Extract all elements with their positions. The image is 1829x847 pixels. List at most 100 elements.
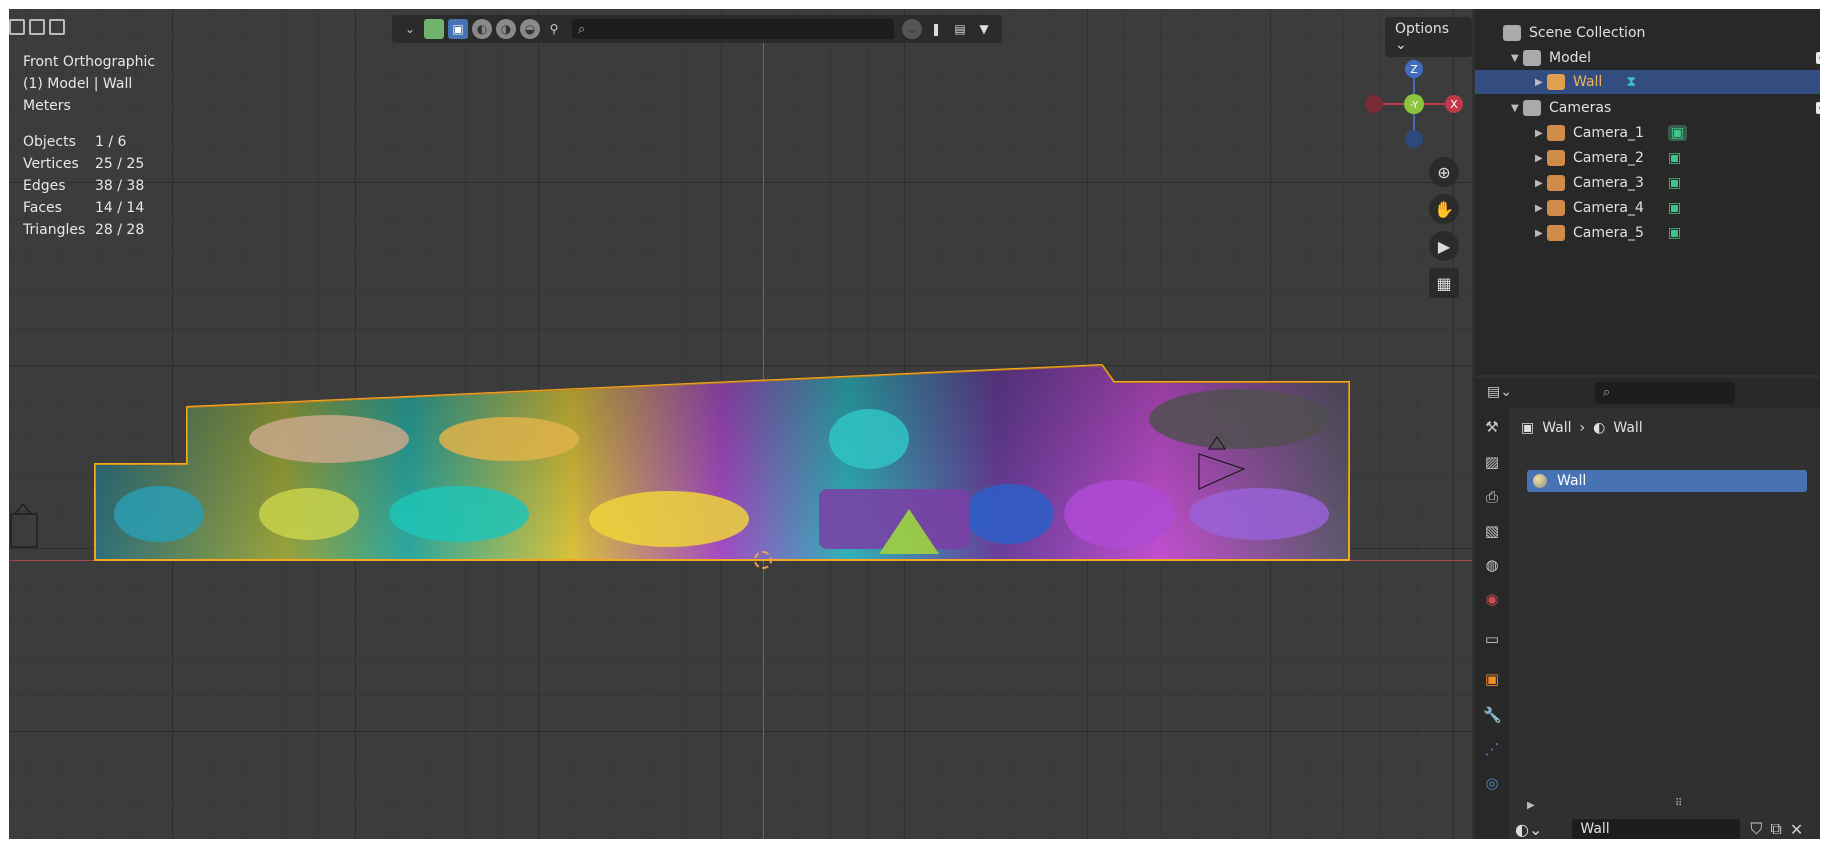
navigation-gizmo[interactable]: Z X -Y <box>1359 59 1469 169</box>
chevron-down-icon[interactable]: ▼ <box>1511 53 1523 64</box>
wall-object[interactable] <box>9 9 1472 839</box>
stat-label: Objects <box>23 134 76 150</box>
chevron-right-icon[interactable]: ▶ <box>1535 228 1547 239</box>
chevron-right-icon[interactable]: ▶ <box>1535 77 1547 88</box>
resize-handle-icon[interactable]: ⠿ <box>1675 798 1682 809</box>
camera-data-icon[interactable]: ▣ <box>1668 150 1681 166</box>
checkbox-icon[interactable]: ✓ <box>1816 52 1820 64</box>
stat-row: Vertices 25 / 25 <box>23 153 155 175</box>
stat-value: 28 / 28 <box>95 222 145 238</box>
breadcrumb-material: Wall <box>1613 420 1643 436</box>
camera-object-icon <box>1547 225 1565 241</box>
object-icon[interactable]: ▣ <box>1483 670 1501 688</box>
duplicate-icon[interactable]: ⧉ <box>1770 819 1781 839</box>
gizmo-neg-x-axis[interactable] <box>1365 95 1383 113</box>
outliner-row-camera[interactable]: ▶ Camera_1 ▣ ◉ <box>1475 121 1820 145</box>
options-button[interactable]: Options ⌄ <box>1385 17 1472 57</box>
viewport-info-overlay: Front Orthographic (1) Model | Wall Mete… <box>23 51 155 241</box>
tool-icon[interactable]: ⚒ <box>1483 418 1501 436</box>
shading-solid-icon[interactable]: ◐ <box>472 19 492 39</box>
render-icon[interactable]: ▨ <box>1483 453 1501 471</box>
stat-row: Faces 14 / 14 <box>23 197 155 219</box>
row-label: Cameras <box>1549 100 1612 116</box>
filter-icon[interactable]: ▼ <box>974 19 994 39</box>
collection-icon[interactable]: ▭ <box>1483 630 1501 648</box>
editor-type-icon[interactable]: ▤⌄ <box>1487 384 1512 400</box>
camera-wireframe-2[interactable] <box>10 503 38 548</box>
scene-icon[interactable]: ◍ <box>1483 556 1501 574</box>
physics-icon[interactable]: ◎ <box>1483 774 1501 792</box>
outliner-row-camera[interactable]: ▶ Camera_4 ▣ ◉ <box>1475 196 1820 220</box>
stat-row: Triangles 28 / 28 <box>23 219 155 241</box>
gizmo-y-label: -Y <box>1410 100 1419 111</box>
chevron-right-icon[interactable]: ▶ <box>1535 128 1547 139</box>
blender-window: ⌄ ▣ ◐ ◑ ◒ ⚲ ⌕ ⌄ ❚ ▤ ▼ Options ⌄ Front Or… <box>9 9 1820 839</box>
modifier-wrench-icon[interactable]: 🔧 <box>1483 706 1502 724</box>
outliner-row-camera[interactable]: ▶ Camera_3 ▣ ◉ <box>1475 171 1820 195</box>
bookmark-icon[interactable]: ❚ <box>926 19 946 39</box>
checkbox-icon[interactable]: ✓ <box>1816 102 1820 114</box>
properties-search-input[interactable]: ⌕ <box>1595 382 1735 404</box>
output-icon[interactable]: ⎙ <box>1483 488 1501 506</box>
camera-data-icon[interactable]: ▣ <box>1668 225 1681 241</box>
mesh-object-icon <box>1547 74 1565 90</box>
chevron-down-icon[interactable]: ⌄ <box>400 19 420 39</box>
camera-object-icon <box>1547 200 1565 216</box>
zoom-icon[interactable]: ⊕ <box>1429 157 1459 187</box>
material-icon: ◐ <box>1593 420 1606 436</box>
chevron-down-icon[interactable]: ▼ <box>1511 103 1523 114</box>
camera-data-icon[interactable]: ▣ <box>1667 125 1688 141</box>
stat-row: Edges 38 / 38 <box>23 175 155 197</box>
particles-icon[interactable]: ⋰ <box>1483 740 1501 758</box>
chevron-right-icon[interactable]: ▶ <box>1535 153 1547 164</box>
outliner-row-model[interactable]: ▼ Model ✓ ◉ <box>1475 46 1820 70</box>
camera-data-icon[interactable]: ▣ <box>1668 175 1681 191</box>
material-name-field[interactable]: Wall <box>1572 819 1741 839</box>
world-icon[interactable]: ◉ <box>1483 590 1501 608</box>
stat-row: Objects 1 / 6 <box>23 131 155 153</box>
collection-icon <box>1503 25 1521 41</box>
gizmo-z-label: Z <box>1410 63 1418 76</box>
brush-icon[interactable]: ⚲ <box>544 19 564 39</box>
scene-collection-row[interactable]: Scene Collection <box>1475 21 1820 45</box>
grid-ortho-icon[interactable]: ▦ <box>1429 268 1459 298</box>
collection-icon <box>1523 50 1541 66</box>
3d-cursor[interactable] <box>754 551 772 569</box>
camera-object-icon <box>1547 175 1565 191</box>
pan-hand-icon[interactable]: ✋ <box>1429 194 1459 224</box>
material-browse-icon[interactable]: ◐⌄ <box>1515 820 1542 839</box>
layout-icon[interactable]: ▤ <box>950 19 970 39</box>
3d-viewport[interactable]: ⌄ ▣ ◐ ◑ ◒ ⚲ ⌕ ⌄ ❚ ▤ ▼ Options ⌄ Front Or… <box>9 9 1472 839</box>
stat-label: Faces <box>23 200 62 216</box>
collection-icon <box>1523 100 1541 116</box>
stat-value: 38 / 38 <box>95 178 145 194</box>
outliner-row-camera[interactable]: ▶ Camera_5 ▣ ◉ <box>1475 221 1820 245</box>
outliner-row-cameras[interactable]: ▼ Cameras ✓ ◉ <box>1475 96 1820 120</box>
chevron-right-icon[interactable]: ▶ <box>1527 800 1535 811</box>
row-label: Camera_2 <box>1573 150 1644 166</box>
material-slot-item[interactable]: Wall <box>1527 470 1807 492</box>
chevron-right-icon[interactable]: ▶ <box>1535 203 1547 214</box>
close-icon[interactable]: ✕ <box>1790 820 1803 839</box>
breadcrumb-object: Wall <box>1542 420 1572 436</box>
outliner-row-camera[interactable]: ▶ Camera_2 ▣ ◉ <box>1475 146 1820 170</box>
properties-tabs: ⚒ ▨ ⎙ ▧ ◍ ◉ ▭ ▣ 🔧 ⋰ ◎ <box>1475 408 1509 839</box>
object-type-icon[interactable] <box>424 19 444 39</box>
outliner-row-wall[interactable]: ▶ Wall ⧗ ◉ <box>1475 70 1820 94</box>
search-icon: ⌕ <box>1603 385 1611 400</box>
mesh-data-icon[interactable]: ⧗ <box>1626 74 1636 90</box>
view-layer-icon[interactable]: ▧ <box>1483 522 1501 540</box>
shading-material-icon[interactable]: ◑ <box>496 19 516 39</box>
camera-view-icon[interactable]: ▶ <box>1429 231 1459 261</box>
gizmo-x-label: X <box>1450 98 1458 111</box>
camera-data-icon[interactable]: ▣ <box>1668 200 1681 216</box>
dropdown-icon[interactable]: ⌄ <box>902 19 922 39</box>
shield-icon[interactable]: ⛉ <box>1750 819 1762 839</box>
properties-header: ▤⌄ ⌕ <box>1475 378 1820 408</box>
gizmo-neg-z-axis[interactable] <box>1405 130 1423 148</box>
chevron-right-icon[interactable]: ▶ <box>1535 178 1547 189</box>
material-selector: ◐⌄ Wall ⛉ ⧉ ✕ <box>1515 818 1815 839</box>
shading-rendered-icon[interactable]: ◒ <box>520 19 540 39</box>
box-select-icon[interactable]: ▣ <box>448 19 468 39</box>
search-input[interactable]: ⌕ <box>572 19 894 39</box>
